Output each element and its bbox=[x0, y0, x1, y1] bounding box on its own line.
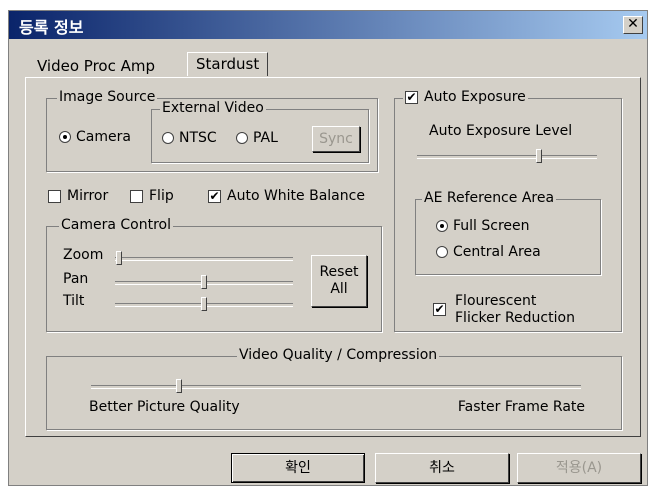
mirror-label: Mirror bbox=[67, 188, 109, 204]
tab-video-proc-amp[interactable]: Video Proc Amp bbox=[31, 55, 161, 77]
central-area-radio-circle bbox=[436, 246, 448, 258]
video-quality-slider-thumb[interactable] bbox=[176, 379, 183, 393]
ae-reference-area-label: AE Reference Area bbox=[422, 190, 557, 206]
full-screen-label: Full Screen bbox=[453, 218, 530, 234]
stardust-tab-panel: Image Source Camera External Video NTSC … bbox=[25, 77, 641, 437]
cancel-button[interactable]: 취소 bbox=[375, 453, 509, 483]
mirror-check-box bbox=[48, 189, 61, 203]
flicker-label-line1: Flourescent bbox=[455, 293, 537, 309]
ntsc-label: NTSC bbox=[179, 130, 217, 146]
tilt-label: Tilt bbox=[63, 293, 85, 309]
video-quality-slider-track bbox=[91, 385, 581, 389]
external-video-group: External Video NTSC PAL Sync bbox=[151, 100, 369, 163]
full-screen-radio[interactable]: Full Screen bbox=[436, 218, 530, 234]
auto-exposure-level-label: Auto Exposure Level bbox=[429, 123, 573, 139]
image-source-label: Image Source bbox=[57, 89, 158, 105]
full-screen-radio-circle bbox=[436, 220, 448, 232]
faster-frame-rate-label: Faster Frame Rate bbox=[457, 399, 585, 415]
auto-exposure-group: ✔ Auto Exposure Auto Exposure Level AE Re… bbox=[394, 89, 622, 332]
auto-exposure-check-icon: ✔ bbox=[405, 89, 418, 104]
flip-check-box bbox=[130, 189, 143, 203]
external-video-label: External Video bbox=[160, 100, 266, 116]
properties-dialog: 등록 정보 ✕ Video Proc Amp Stardust Image So… bbox=[8, 10, 648, 486]
pan-label: Pan bbox=[63, 271, 89, 287]
video-quality-group: Video Quality / Compression Better Pictu… bbox=[46, 347, 622, 430]
camera-radio[interactable]: Camera bbox=[59, 129, 131, 145]
auto-exposure-label: Auto Exposure bbox=[424, 89, 526, 105]
zoom-label: Zoom bbox=[63, 247, 104, 263]
better-picture-quality-label: Better Picture Quality bbox=[89, 399, 240, 415]
close-button[interactable]: ✕ bbox=[623, 16, 643, 34]
flip-label: Flip bbox=[149, 188, 174, 204]
reset-all-button[interactable]: Reset All bbox=[311, 255, 367, 307]
camera-label: Camera bbox=[76, 129, 131, 145]
pal-radio-circle bbox=[236, 132, 248, 144]
central-area-label: Central Area bbox=[453, 244, 541, 260]
awb-check-icon: ✔ bbox=[208, 188, 221, 203]
video-quality-slider[interactable] bbox=[91, 379, 581, 393]
apply-button[interactable]: 적용(A) bbox=[517, 453, 641, 483]
zoom-slider-track bbox=[115, 257, 293, 261]
ae-level-slider-thumb[interactable] bbox=[536, 149, 543, 163]
title-bar[interactable]: 등록 정보 ✕ bbox=[9, 11, 647, 39]
sync-button[interactable]: Sync bbox=[312, 126, 360, 152]
ok-button[interactable]: 확인 bbox=[231, 453, 365, 483]
auto-exposure-checkbox[interactable]: ✔ Auto Exposure bbox=[403, 89, 528, 105]
zoom-slider-thumb[interactable] bbox=[115, 251, 122, 265]
camera-control-label: Camera Control bbox=[59, 217, 173, 233]
pan-slider[interactable] bbox=[115, 275, 293, 289]
pal-label: PAL bbox=[253, 130, 278, 146]
auto-exposure-level-slider[interactable] bbox=[417, 149, 597, 163]
flicker-check-icon: ✔ bbox=[433, 302, 446, 316]
ae-reference-area-group: AE Reference Area Full Screen Central Ar… bbox=[415, 190, 601, 275]
window-title: 등록 정보 bbox=[19, 18, 84, 37]
pal-radio[interactable]: PAL bbox=[236, 130, 278, 146]
ntsc-radio[interactable]: NTSC bbox=[162, 130, 217, 146]
central-area-radio[interactable]: Central Area bbox=[436, 244, 541, 260]
zoom-slider[interactable] bbox=[115, 251, 293, 265]
tab-stardust[interactable]: Stardust bbox=[187, 52, 269, 76]
ae-level-slider-track bbox=[417, 155, 597, 159]
camera-control-group: Camera Control Zoom Pan Tilt Reset All bbox=[46, 217, 382, 332]
image-source-group: Image Source Camera External Video NTSC … bbox=[46, 89, 378, 172]
ntsc-radio-circle bbox=[162, 132, 174, 144]
awb-label: Auto White Balance bbox=[227, 188, 365, 204]
reset-all-label-line1: Reset bbox=[319, 264, 359, 280]
mirror-checkbox[interactable]: Mirror bbox=[48, 188, 108, 204]
video-quality-label: Video Quality / Compression bbox=[237, 347, 440, 363]
tilt-slider[interactable] bbox=[115, 297, 293, 311]
flicker-label-line2: Flicker Reduction bbox=[455, 310, 575, 326]
tilt-slider-thumb[interactable] bbox=[201, 297, 207, 311]
pan-slider-thumb[interactable] bbox=[201, 275, 207, 289]
flip-checkbox[interactable]: Flip bbox=[130, 188, 174, 204]
camera-radio-circle bbox=[59, 131, 71, 143]
reset-all-label-line2: All bbox=[330, 281, 348, 297]
auto-white-balance-checkbox[interactable]: ✔ Auto White Balance bbox=[208, 188, 365, 204]
